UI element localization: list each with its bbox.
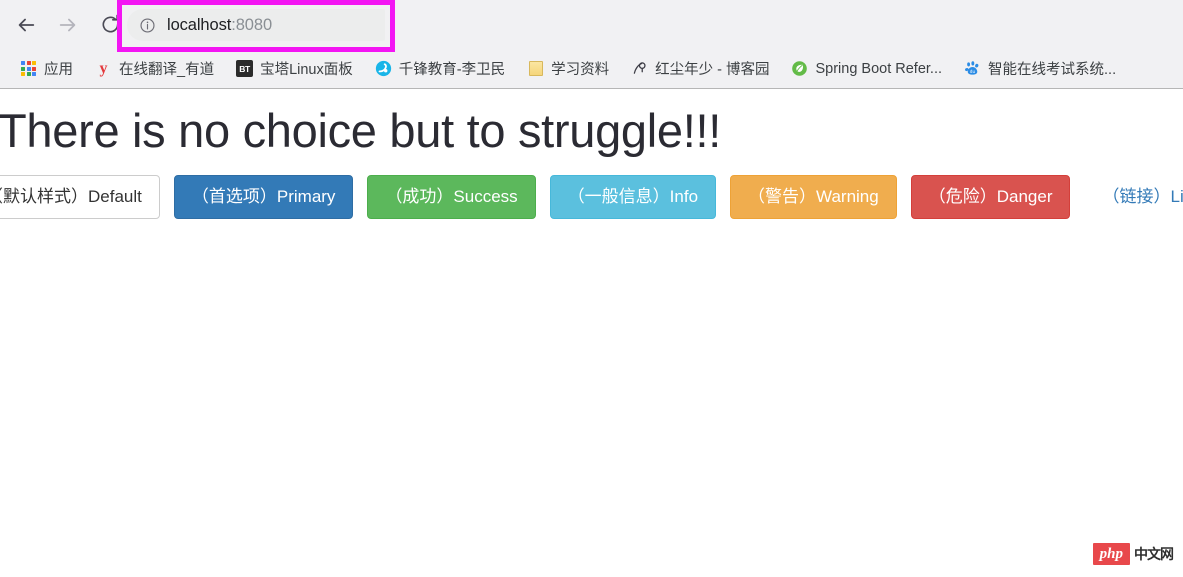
bookmark-exam-system[interactable]: du 智能在线考试系统...	[958, 55, 1122, 83]
bookmark-label: 千锋教育-李卫民	[398, 62, 506, 78]
watermark-text: 中文网	[1134, 546, 1174, 562]
bookmark-label: 在线翻译_有道	[119, 62, 215, 78]
reload-button[interactable]	[92, 7, 128, 43]
php-watermark: php 中文网	[1092, 543, 1174, 565]
arrow-left-icon	[18, 18, 35, 31]
button-default[interactable]: （默认样式）Default	[0, 175, 160, 220]
bookmark-cnblogs[interactable]: 红尘年少 - 博客园	[625, 55, 775, 83]
page-title: There is no choice but to struggle!!!	[0, 104, 722, 157]
bookmark-apps[interactable]: 应用	[14, 55, 79, 83]
youdao-icon: y	[99, 59, 108, 77]
bookmark-label: 应用	[44, 62, 73, 78]
bookmarks-bar: 应用 y 在线翻译_有道 BT 宝塔Linux面板 千锋教育-李卫民 学习资料 …	[0, 49, 1183, 88]
url-port: :8080	[231, 15, 273, 34]
folder-icon	[527, 60, 544, 77]
button-danger[interactable]: （危险）Danger	[910, 175, 1071, 220]
button-primary[interactable]: （首选项）Primary	[173, 175, 354, 220]
url-host: localhost	[167, 15, 232, 34]
browser-toolbar: localhost:8080	[0, 0, 1183, 52]
button-link[interactable]: （链接）Link	[1084, 175, 1183, 219]
apps-grid-icon	[20, 60, 37, 77]
bookmark-qianfeng[interactable]: 千锋教育-李卫民	[369, 55, 511, 83]
arrow-right-icon	[59, 18, 76, 31]
bookmark-spring-boot[interactable]: Spring Boot Refer...	[785, 55, 948, 83]
bookmark-youdao[interactable]: y 在线翻译_有道	[89, 55, 220, 83]
reload-icon	[102, 14, 119, 33]
watermark-badge: php	[1092, 543, 1130, 565]
forward-button	[50, 7, 86, 43]
button-warning[interactable]: （警告）Warning	[730, 175, 897, 220]
back-button[interactable]	[8, 7, 44, 43]
bookmark-label: Spring Boot Refer...	[815, 60, 943, 77]
cnblogs-icon	[631, 60, 648, 77]
bookmark-bt-panel[interactable]: BT 宝塔Linux面板	[230, 55, 359, 83]
svg-text:du: du	[970, 69, 976, 75]
qianfeng-icon	[375, 60, 392, 77]
url-text: localhost:8080	[167, 16, 272, 35]
bookmark-label: 宝塔Linux面板	[260, 62, 353, 78]
button-group: （默认样式）Default （首选项）Primary （成功）Success （…	[0, 175, 1183, 220]
button-info[interactable]: （一般信息）Info	[549, 175, 717, 220]
bookmark-study-folder[interactable]: 学习资料	[521, 55, 615, 83]
bt-panel-icon: BT	[236, 60, 254, 77]
bookmark-label: 学习资料	[551, 62, 610, 78]
page-content: There is no choice but to struggle!!! （默…	[0, 89, 1183, 577]
button-success[interactable]: （成功）Success	[367, 175, 536, 220]
address-bar[interactable]: localhost:8080	[127, 9, 385, 41]
spring-leaf-icon	[791, 60, 808, 77]
baidu-paw-icon: du	[964, 60, 981, 77]
bookmark-label: 红尘年少 - 博客园	[655, 62, 770, 78]
info-circle-icon[interactable]	[139, 17, 156, 34]
bookmark-label: 智能在线考试系统...	[988, 62, 1117, 78]
browser-chrome: localhost:8080 应用 y 在线翻译_有道 BT 宝塔Linux面板…	[0, 0, 1183, 89]
